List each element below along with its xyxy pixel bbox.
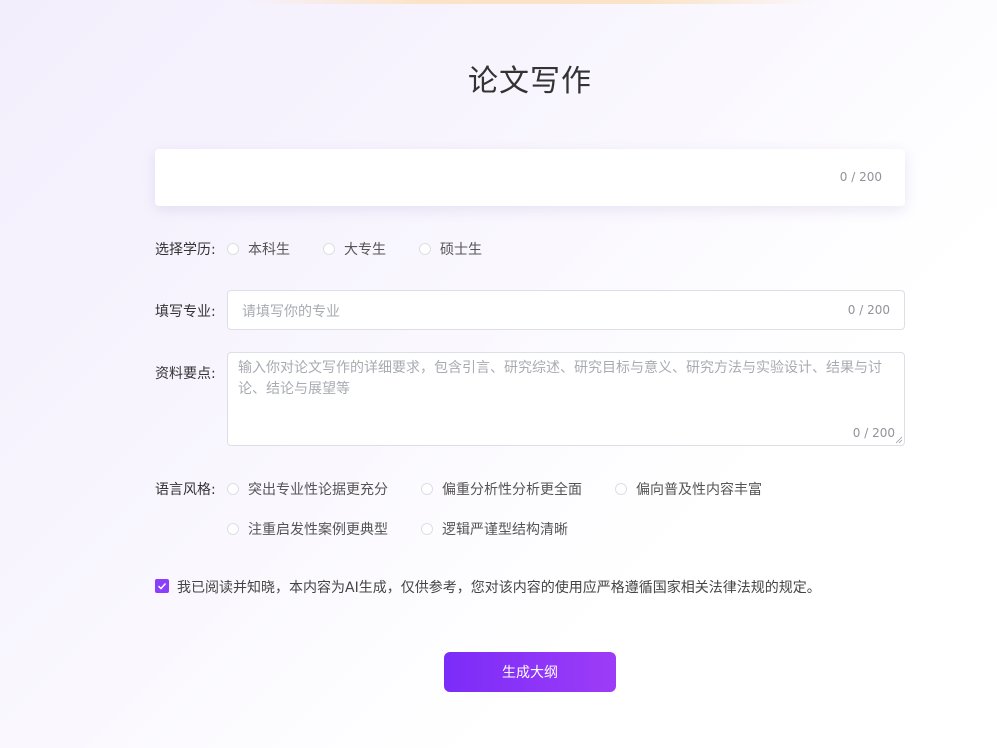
radio-circle	[323, 243, 335, 255]
radio-circle	[227, 523, 239, 535]
major-label: 填写专业:	[155, 304, 216, 320]
radio-style-analytical[interactable]: 偏重分析性分析更全面	[421, 479, 582, 499]
style-label: 语言风格:	[155, 482, 216, 498]
radio-education-undergraduate[interactable]: 本科生	[227, 239, 290, 259]
radio-circle	[227, 243, 239, 255]
radio-label: 偏向普及性内容丰富	[636, 482, 762, 498]
radio-label: 逻辑严谨型结构清晰	[442, 522, 568, 538]
generate-outline-button[interactable]: 生成大纲	[444, 652, 616, 692]
radio-label: 偏重分析性分析更全面	[442, 482, 582, 498]
radio-circle	[419, 243, 431, 255]
radio-style-inspirational[interactable]: 注重启发性案例更典型	[227, 519, 388, 539]
materials-label: 资料要点:	[155, 366, 216, 382]
radio-education-master[interactable]: 硕士生	[419, 239, 482, 259]
radio-label: 硕士生	[440, 242, 482, 258]
radio-style-rigorous[interactable]: 逻辑严谨型结构清晰	[421, 519, 568, 539]
radio-style-popular[interactable]: 偏向普及性内容丰富	[615, 479, 762, 499]
materials-counter: 0 / 200	[852, 426, 895, 440]
radio-style-professional[interactable]: 突出专业性论据更充分	[227, 479, 388, 499]
education-label: 选择学历:	[155, 242, 216, 258]
radio-label: 本科生	[248, 242, 290, 258]
topic-counter: 0 / 200	[839, 170, 882, 184]
materials-textarea[interactable]: 输入你对论文写作的详细要求，包含引言、研究综述、研究目标与意义、研究方法与实验设…	[227, 352, 905, 446]
topic-input[interactable]: 0 / 200	[155, 149, 905, 206]
page-title: 论文写作	[468, 64, 592, 99]
radio-circle	[421, 523, 433, 535]
radio-label: 大专生	[344, 242, 386, 258]
top-decoration	[250, 0, 820, 4]
resize-grip-icon[interactable]	[895, 436, 903, 444]
major-input[interactable]: 请填写你的专业 0 / 200	[227, 290, 905, 330]
materials-placeholder-line2: 论、结论与展望等	[238, 381, 350, 397]
major-counter: 0 / 200	[847, 303, 890, 317]
radio-label: 注重启发性案例更典型	[248, 522, 388, 538]
radio-circle	[227, 483, 239, 495]
agreement-text: 我已阅读并知晓，本内容为AI生成，仅供参考，您对该内容的使用应严格遵循国家相关法…	[177, 580, 821, 596]
materials-placeholder-line1: 输入你对论文写作的详细要求，包含引言、研究综述、研究目标与意义、研究方法与实验设…	[238, 360, 882, 376]
radio-circle	[615, 483, 627, 495]
major-placeholder: 请填写你的专业	[242, 304, 340, 320]
check-icon	[157, 582, 167, 590]
radio-circle	[421, 483, 433, 495]
agreement-checkbox[interactable]	[155, 579, 169, 593]
radio-label: 突出专业性论据更充分	[248, 482, 388, 498]
radio-education-college[interactable]: 大专生	[323, 239, 386, 259]
